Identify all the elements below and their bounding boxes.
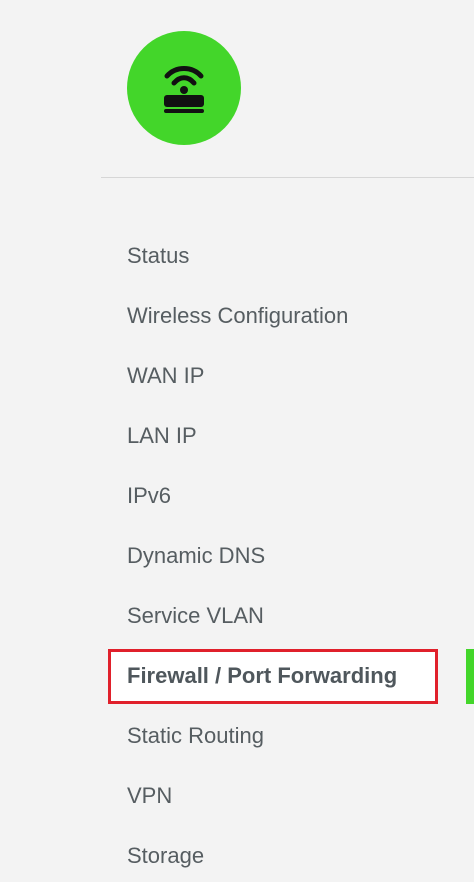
- sidebar-item-label: Wireless Configuration: [127, 303, 349, 328]
- sidebar-item-vpn[interactable]: VPN: [0, 766, 474, 826]
- sidebar-item-label: Firewall / Port Forwarding: [127, 663, 398, 688]
- sidebar-item-label: WAN IP: [127, 363, 205, 388]
- sidebar-item-wan-ip[interactable]: WAN IP: [0, 346, 474, 406]
- sidebar-item-label: Dynamic DNS: [127, 543, 266, 568]
- sidebar-item-label: IPv6: [127, 483, 172, 508]
- router-wifi-icon: [164, 66, 204, 113]
- sidebar-item-static-routing[interactable]: Static Routing: [0, 706, 474, 766]
- sidebar-item-label: VPN: [127, 783, 173, 808]
- sidebar-item-label: Storage: [127, 843, 205, 868]
- sidebar: Status Wireless Configuration WAN IP LAN…: [0, 0, 474, 882]
- sidebar-item-service-vlan[interactable]: Service VLAN: [0, 586, 474, 646]
- sidebar-item-label: Static Routing: [127, 723, 264, 748]
- sidebar-item-lan-ip[interactable]: LAN IP: [0, 406, 474, 466]
- sidebar-item-dynamic-dns[interactable]: Dynamic DNS: [0, 526, 474, 586]
- sidebar-nav: Status Wireless Configuration WAN IP LAN…: [0, 226, 474, 882]
- sidebar-item-firewall-port-forwarding[interactable]: Firewall / Port Forwarding: [0, 646, 474, 706]
- sidebar-item-ipv6[interactable]: IPv6: [0, 466, 474, 526]
- sidebar-item-label: Service VLAN: [127, 603, 264, 628]
- sidebar-item-storage[interactable]: Storage: [0, 826, 474, 882]
- divider: [101, 177, 474, 178]
- sidebar-item-label: Status: [127, 243, 190, 268]
- router-logo: [127, 31, 241, 145]
- sidebar-item-status[interactable]: Status: [0, 226, 474, 286]
- sidebar-item-label: LAN IP: [127, 423, 197, 448]
- sidebar-item-wireless-configuration[interactable]: Wireless Configuration: [0, 286, 474, 346]
- active-item-indicator: [466, 649, 474, 704]
